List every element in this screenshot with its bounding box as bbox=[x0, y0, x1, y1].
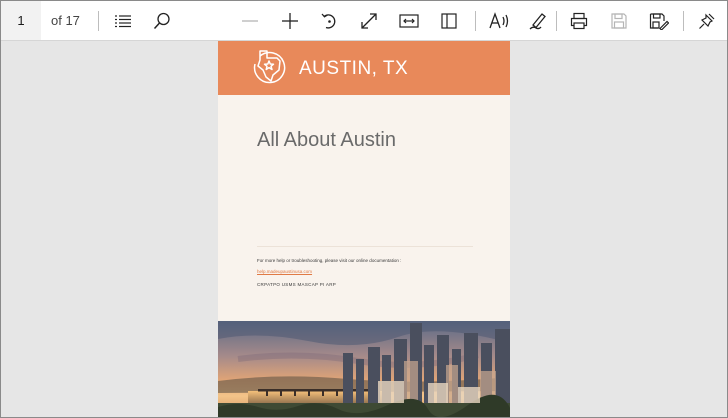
fit-width-icon bbox=[399, 14, 419, 28]
printer-icon bbox=[570, 12, 588, 30]
document-page: AUSTIN, TX All About Austin For more hel… bbox=[218, 41, 510, 417]
page-view-icon bbox=[441, 13, 457, 29]
minus-icon bbox=[242, 20, 258, 22]
toolbar-divider bbox=[556, 11, 557, 31]
pdf-viewer-window: 1 of 17 AUSTIN, TX All About Austin For … bbox=[0, 0, 728, 418]
save-as-icon bbox=[649, 13, 669, 30]
page-number-input[interactable]: 1 bbox=[1, 1, 41, 40]
pen-icon bbox=[529, 13, 546, 30]
divider-line bbox=[257, 246, 473, 247]
toolbar-divider bbox=[475, 11, 476, 31]
read-aloud-button[interactable] bbox=[485, 6, 515, 36]
page-count-label: of 17 bbox=[51, 13, 80, 28]
page-view-button[interactable] bbox=[434, 6, 464, 36]
toolbar-divider bbox=[98, 11, 99, 31]
page-banner: AUSTIN, TX bbox=[218, 41, 510, 95]
contents-button[interactable] bbox=[108, 6, 138, 36]
document-heading: All About Austin bbox=[257, 129, 396, 151]
toolbar-divider bbox=[683, 11, 684, 31]
plus-icon bbox=[282, 13, 298, 29]
expand-icon bbox=[361, 13, 377, 29]
caps-text: CRPATPO USMS MASCAP PI ARP bbox=[257, 282, 337, 287]
print-button[interactable] bbox=[564, 6, 594, 36]
read-aloud-icon bbox=[489, 12, 509, 29]
help-link[interactable]: help.madeupaustinusa.com bbox=[257, 269, 312, 274]
viewer-toolbar: 1 of 17 bbox=[1, 1, 727, 41]
save-button[interactable] bbox=[604, 6, 634, 36]
skyline-photo bbox=[218, 321, 510, 417]
rotate-icon bbox=[321, 13, 336, 29]
list-icon bbox=[115, 15, 131, 28]
pin-icon bbox=[699, 13, 715, 29]
pin-button[interactable] bbox=[692, 6, 722, 36]
search-icon bbox=[153, 12, 170, 30]
texas-logo-icon bbox=[253, 50, 286, 84]
rotate-button[interactable] bbox=[314, 6, 344, 36]
save-icon bbox=[611, 13, 627, 29]
fit-page-button[interactable] bbox=[354, 6, 384, 36]
help-text: For more help or troubleshooting, please… bbox=[257, 258, 402, 263]
zoom-out-button[interactable] bbox=[235, 6, 265, 36]
save-as-button[interactable] bbox=[644, 6, 674, 36]
draw-button[interactable] bbox=[523, 6, 553, 36]
zoom-in-button[interactable] bbox=[275, 6, 305, 36]
find-button[interactable] bbox=[147, 6, 177, 36]
fit-width-button[interactable] bbox=[394, 6, 424, 36]
banner-title: AUSTIN, TX bbox=[299, 58, 409, 79]
